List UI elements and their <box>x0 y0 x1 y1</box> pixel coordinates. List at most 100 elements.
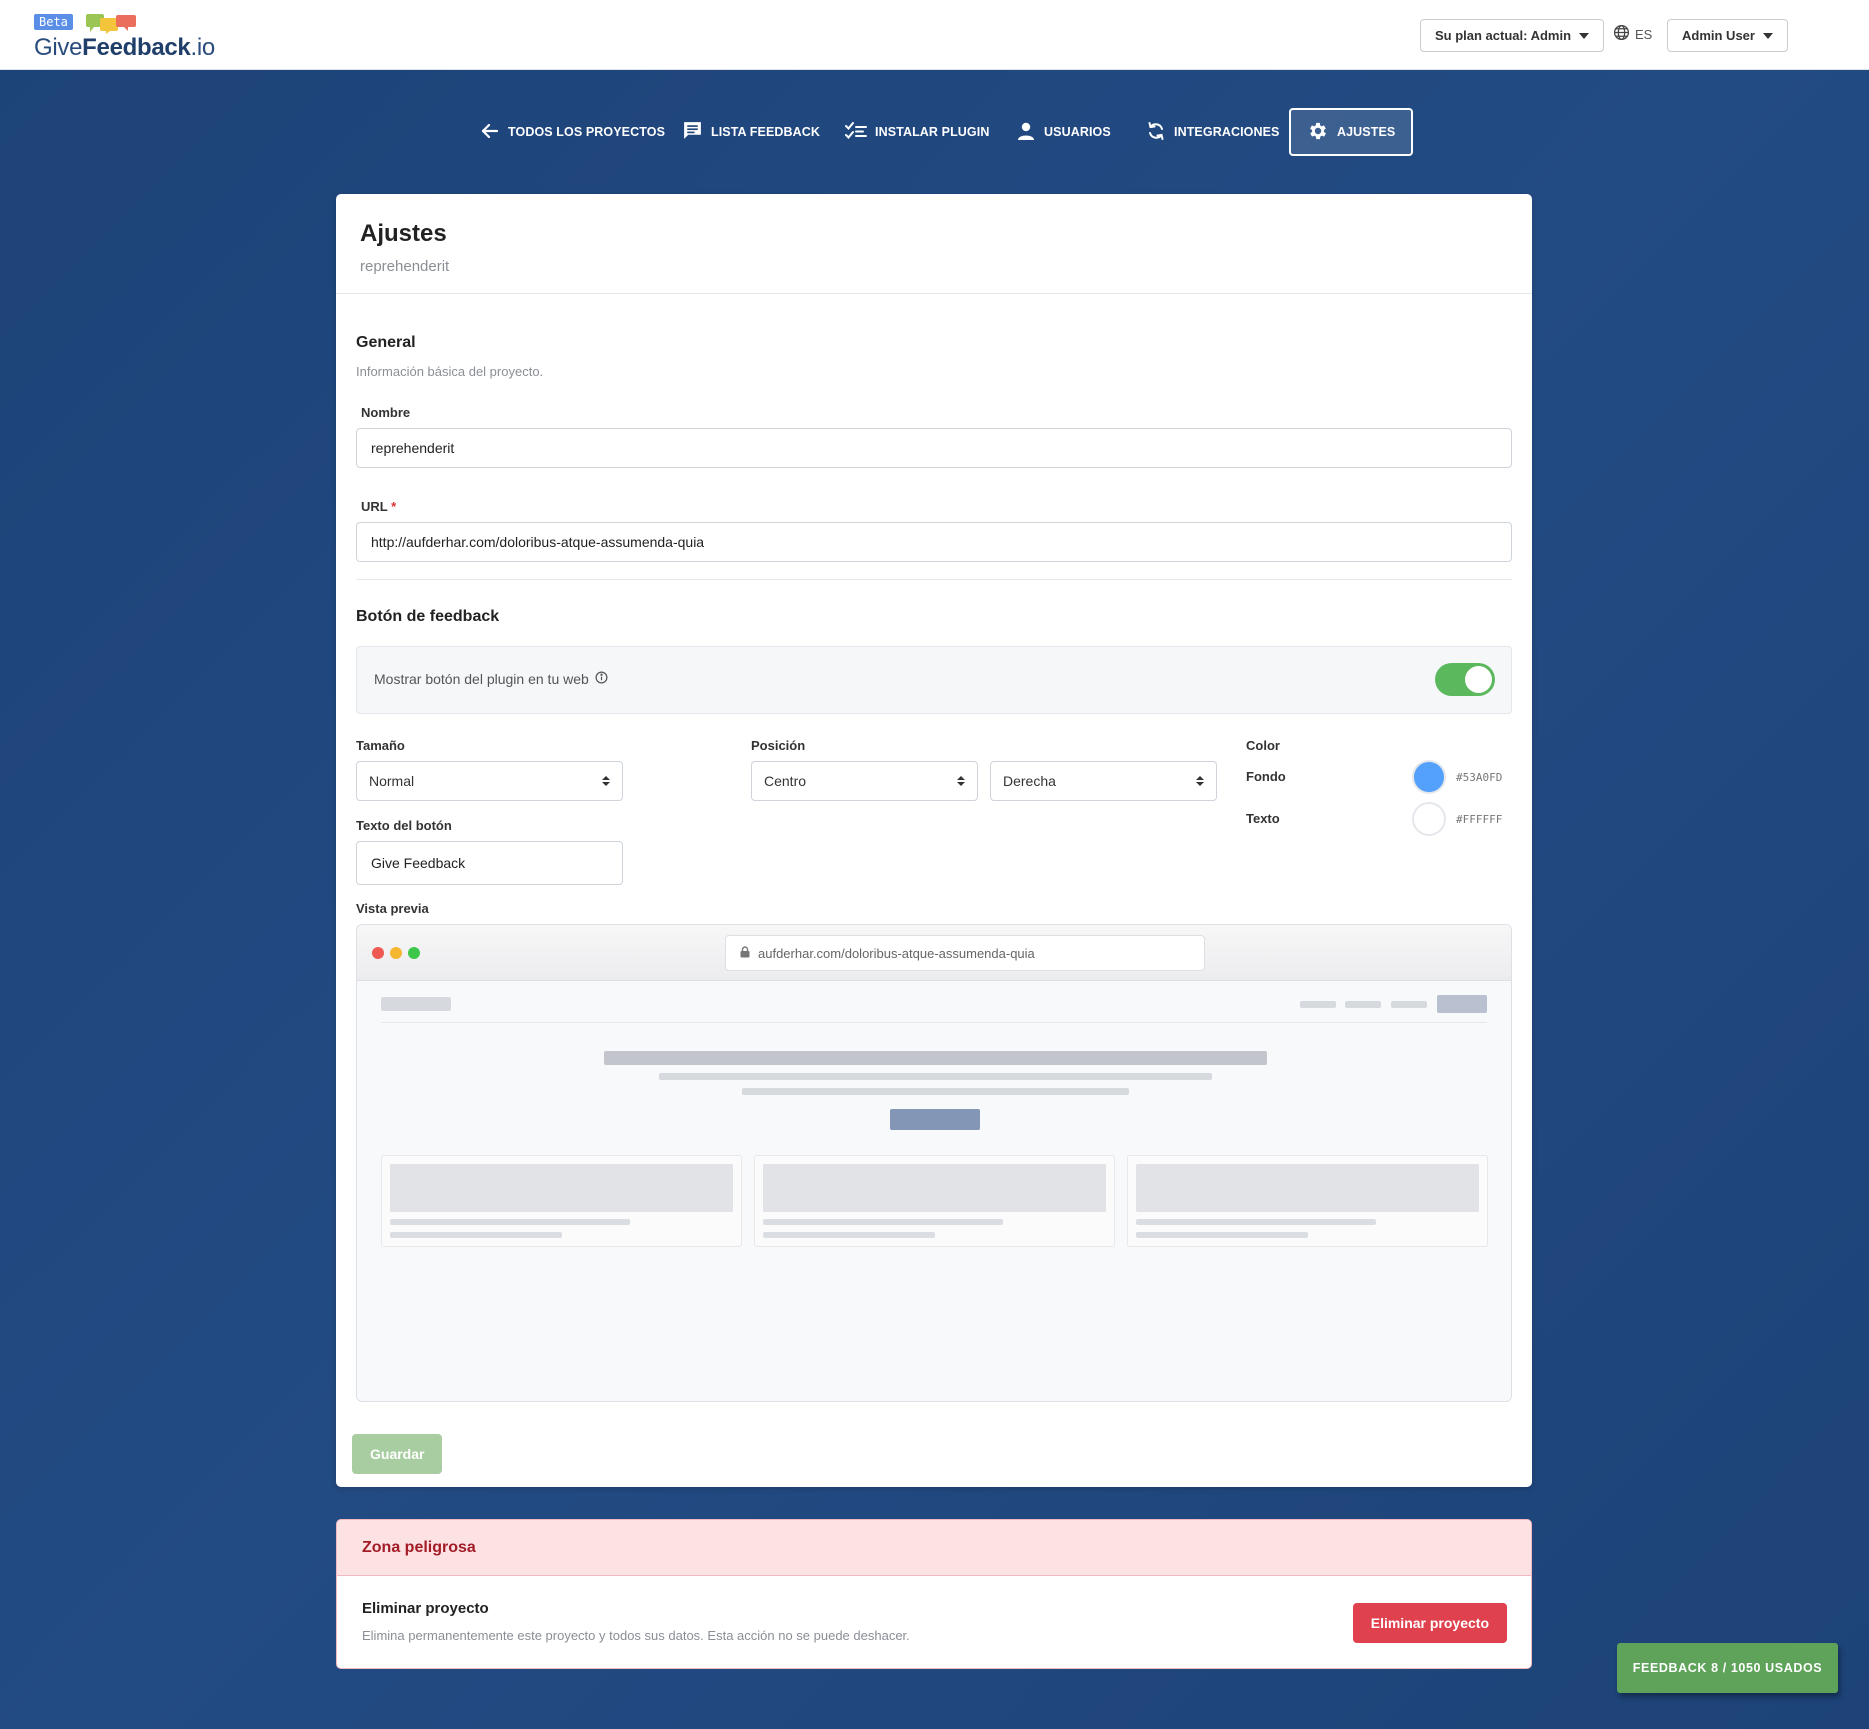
card-header: Ajustes reprehenderit <box>336 194 1532 294</box>
skeleton-divider <box>381 1022 1487 1023</box>
skeleton-hero-line <box>742 1088 1129 1095</box>
show-plugin-toggle[interactable] <box>1435 663 1495 696</box>
nav-label: Usuarios <box>1044 125 1111 139</box>
nav-label: Instalar plugin <box>875 125 990 139</box>
skeleton-card <box>381 1155 742 1247</box>
nav-label: Integraciones <box>1174 125 1280 139</box>
text-color-hex: #FFFFFF <box>1456 813 1503 826</box>
user-label: Admin User <box>1682 28 1755 43</box>
danger-zone-title: Zona peligrosa <box>362 1538 476 1556</box>
position-vertical-value: Centro <box>764 773 807 789</box>
delete-project-button[interactable]: Eliminar proyecto <box>1352 1603 1507 1643</box>
lock-icon <box>740 945 750 961</box>
feedback-usage-button[interactable]: Feedback 8 / 1050 usados <box>1617 1643 1838 1693</box>
delete-project-title: Eliminar proyecto <box>362 1600 489 1617</box>
nav-settings[interactable]: Ajustes <box>1289 108 1414 156</box>
checklist-icon <box>845 121 867 144</box>
general-section-title: General <box>356 334 416 351</box>
minimize-dot-icon <box>390 947 402 959</box>
preview-label: Vista previa <box>356 901 429 916</box>
maximize-dot-icon <box>408 947 420 959</box>
beta-badge: Beta <box>34 14 73 30</box>
skeleton-nav-link <box>1300 1001 1336 1008</box>
project-subtitle: reprehenderit <box>360 258 450 275</box>
feedback-button-section-title: Botón de feedback <box>356 608 500 625</box>
brand-logo[interactable]: Beta GiveFeedback.io <box>34 12 215 61</box>
person-icon <box>1016 121 1036 144</box>
nav-label: Ajustes <box>1337 125 1396 139</box>
sort-arrows-icon <box>957 776 965 786</box>
name-label: Nombre <box>361 405 411 420</box>
show-plugin-label: Mostrar botón del plugin en tu web <box>374 671 608 687</box>
save-button[interactable]: Guardar <box>352 1434 443 1474</box>
button-text-value: Give Feedback <box>371 855 466 871</box>
background-color-swatch[interactable] <box>1412 760 1446 794</box>
skeleton-hero-button <box>890 1109 980 1130</box>
background-color-label: Fondo <box>1246 769 1286 784</box>
nav-feedback-list[interactable]: Lista feedback <box>682 108 820 156</box>
close-dot-icon <box>372 947 384 959</box>
skeleton-card <box>754 1155 1115 1247</box>
nav-users[interactable]: Usuarios <box>1016 108 1111 156</box>
sort-arrows-icon <box>602 776 610 786</box>
nav-label: Lista feedback <box>711 125 821 139</box>
globe-icon <box>1613 24 1630 44</box>
size-select[interactable]: Normal <box>356 761 623 801</box>
size-select-value: Normal <box>369 773 415 789</box>
page-title: Ajustes <box>360 220 447 247</box>
text-color-label: Texto <box>1246 811 1280 826</box>
top-bar: Beta GiveFeedback.io Su plan actual: Adm… <box>0 0 1869 70</box>
nav-install-plugin[interactable]: Instalar plugin <box>845 108 989 156</box>
url-label: URL * <box>361 499 397 514</box>
nav-all-projects[interactable]: Todos los proyectos <box>480 108 665 156</box>
brand-wordmark: GiveFeedback.io <box>34 34 215 61</box>
info-icon[interactable] <box>595 671 608 687</box>
skeleton-nav-button <box>1437 995 1487 1013</box>
nav-label: Todos los proyectos <box>508 125 666 139</box>
name-input-value: reprehenderit <box>371 440 455 456</box>
settings-card: Ajustes reprehenderit General Informació… <box>336 194 1532 1487</box>
name-input[interactable]: reprehenderit <box>356 428 1512 468</box>
user-menu-dropdown[interactable]: Admin User <box>1667 19 1788 52</box>
project-nav: Todos los proyectos Lista feedback Insta… <box>0 108 1869 158</box>
skeleton-card <box>1127 1155 1488 1247</box>
position-horizontal-select[interactable]: Derecha <box>990 761 1217 801</box>
delete-project-description: Elimina permanentemente este proyecto y … <box>362 1628 910 1643</box>
sort-arrows-icon <box>1196 776 1204 786</box>
position-label: Posición <box>751 738 806 753</box>
danger-zone-header: Zona peligrosa <box>337 1520 1531 1576</box>
button-text-label: Texto del botón <box>356 818 452 833</box>
skeleton-nav-link <box>1391 1001 1427 1008</box>
button-text-input[interactable]: Give Feedback <box>356 841 623 885</box>
skeleton-nav-link <box>1345 1001 1381 1008</box>
background-color-hex: #53A0FD <box>1456 771 1503 784</box>
preview-window: aufderhar.com/doloribus-atque-assumenda-… <box>356 924 1512 1402</box>
gear-icon <box>1307 120 1329 145</box>
url-input[interactable]: http://aufderhar.com/doloribus-atque-ass… <box>356 522 1512 562</box>
preview-address-bar: aufderhar.com/doloribus-atque-assumenda-… <box>725 935 1205 971</box>
required-mark: * <box>391 499 397 514</box>
text-color-swatch[interactable] <box>1412 802 1446 836</box>
sync-icon <box>1146 121 1166 144</box>
color-label: Color <box>1246 738 1280 753</box>
nav-integrations[interactable]: Integraciones <box>1146 108 1279 156</box>
skeleton-hero-line <box>659 1073 1212 1080</box>
language-selector[interactable]: ES <box>1613 24 1652 44</box>
general-section-description: Información básica del proyecto. <box>356 364 544 379</box>
language-code: ES <box>1635 26 1653 42</box>
chat-icon <box>682 120 703 144</box>
skeleton-hero-title <box>604 1051 1267 1065</box>
plan-dropdown[interactable]: Su plan actual: Admin <box>1420 19 1605 52</box>
arrow-left-icon <box>480 121 500 144</box>
caret-down-icon <box>1762 32 1773 39</box>
position-horizontal-value: Derecha <box>1003 773 1056 789</box>
skeleton-logo <box>381 997 451 1011</box>
danger-zone-card: Zona peligrosa Eliminar proyecto Elimina… <box>336 1519 1532 1669</box>
size-label: Tamaño <box>356 738 405 753</box>
preview-browser-bar: aufderhar.com/doloribus-atque-assumenda-… <box>357 925 1511 981</box>
url-input-value: http://aufderhar.com/doloribus-atque-ass… <box>371 534 705 550</box>
section-divider <box>356 579 1512 580</box>
caret-down-icon <box>1579 32 1590 39</box>
preview-url-text: aufderhar.com/doloribus-atque-assumenda-… <box>758 945 1035 961</box>
position-vertical-select[interactable]: Centro <box>751 761 978 801</box>
